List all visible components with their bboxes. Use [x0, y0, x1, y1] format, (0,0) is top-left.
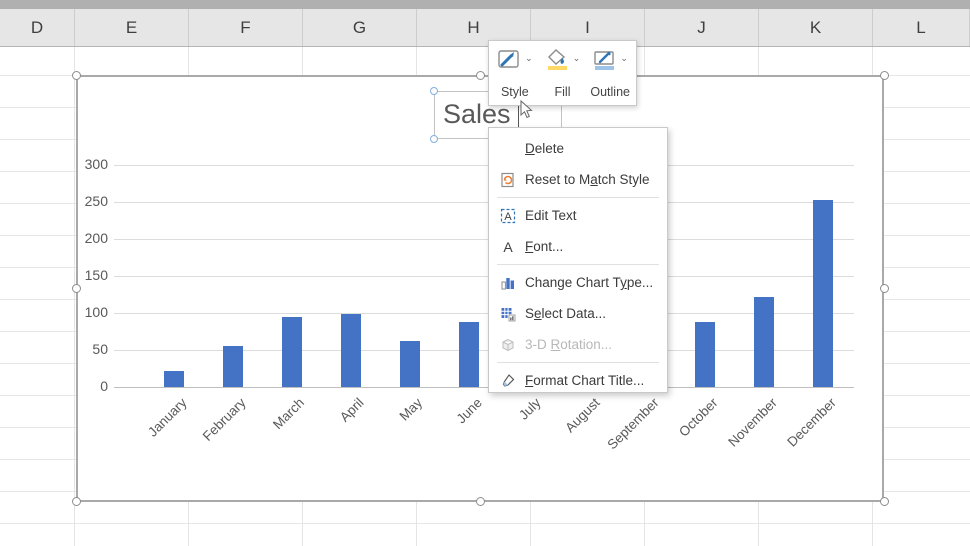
x-axis-label-march: March: [270, 395, 307, 432]
menu-item-select-data[interactable]: Select Data...: [489, 298, 667, 329]
gridline: [114, 239, 854, 240]
chart-handle-middle-left[interactable]: [72, 284, 81, 293]
bar-february[interactable]: [223, 346, 243, 387]
y-axis-tick-label: 50: [78, 341, 108, 357]
y-axis-tick-label: 100: [78, 304, 108, 320]
menu-item-edit-text[interactable]: A Edit Text: [489, 200, 667, 231]
reset-to-match-style-icon: [499, 172, 517, 188]
top-strip: [0, 0, 970, 9]
menu-item-3d-rotation: 3-D Rotation...: [489, 329, 667, 360]
title-handle-bottom-left[interactable]: [430, 135, 438, 143]
bar-may[interactable]: [400, 341, 420, 387]
format-chart-title-icon: [499, 373, 517, 389]
menu-item-format-chart-title[interactable]: Format Chart Title...: [489, 365, 667, 396]
change-chart-type-icon: [499, 275, 517, 291]
outline-button[interactable]: ⌄ Outline: [586, 45, 634, 101]
x-axis-label-december: December: [784, 395, 839, 450]
mouse-cursor-icon: [519, 100, 533, 125]
bar-april[interactable]: [341, 314, 361, 387]
chevron-down-icon: ⌄: [525, 54, 533, 63]
bar-december[interactable]: [813, 200, 833, 387]
menu-item-delete[interactable]: Delete: [489, 133, 667, 164]
column-header-J[interactable]: J: [645, 9, 759, 46]
gridline: [114, 313, 854, 314]
chart-handle-top-left[interactable]: [72, 71, 81, 80]
x-axis-label-june: June: [453, 395, 484, 426]
gridline: [114, 276, 854, 277]
edit-text-icon: A: [499, 208, 517, 224]
fill-label: Fill: [555, 85, 571, 99]
plot-area: 0 50 100 150 200 250 300 JanuaryFebruary March Ap…: [78, 77, 882, 500]
bar-june[interactable]: [459, 322, 479, 387]
title-handle-top-left[interactable]: [430, 87, 438, 95]
x-axis-label-november: November: [725, 395, 780, 450]
x-axis-label-may: May: [397, 395, 426, 424]
mini-toolbar: ⌄ Style ⌄ Fill: [488, 40, 637, 106]
fill-icon: [545, 48, 571, 77]
chevron-down-icon: ⌄: [573, 54, 581, 63]
style-label: Style: [501, 85, 529, 99]
outline-icon: [592, 48, 618, 77]
menu-separator: [497, 264, 659, 265]
x-axis-label-august: August: [562, 395, 602, 435]
menu-item-font[interactable]: A Font...: [489, 231, 667, 262]
chart-handle-top-middle[interactable]: [476, 71, 485, 80]
style-button[interactable]: ⌄ Style: [491, 45, 539, 101]
3d-rotation-icon: [499, 337, 517, 353]
column-header-D[interactable]: D: [0, 9, 75, 46]
chart-handle-top-right[interactable]: [880, 71, 889, 80]
column-headers: DEFGHIJKL: [0, 9, 970, 47]
outline-label: Outline: [590, 85, 630, 99]
y-axis-tick-label: 0: [78, 378, 108, 394]
y-axis-tick-label: 150: [78, 267, 108, 283]
chevron-down-icon: ⌄: [620, 54, 628, 63]
svg-text:A: A: [503, 239, 513, 255]
font-icon: A: [499, 239, 517, 255]
chart-handle-middle-right[interactable]: [880, 284, 889, 293]
gridline: [114, 165, 854, 166]
x-axis-label-april: April: [337, 395, 367, 425]
select-data-icon: [499, 306, 517, 322]
x-axis-label-september: September: [604, 395, 661, 452]
menu-item-change-chart-type[interactable]: Change Chart Type...: [489, 267, 667, 298]
column-header-F[interactable]: F: [189, 9, 303, 46]
x-axis-line: [114, 387, 854, 388]
y-axis-tick-label: 250: [78, 193, 108, 209]
context-menu: Delete Reset to Match Style A Edit Text …: [488, 127, 668, 393]
gridline: [114, 202, 854, 203]
bar-march[interactable]: [282, 317, 302, 387]
bar-october[interactable]: [695, 322, 715, 387]
chart-handle-bottom-left[interactable]: [72, 497, 81, 506]
x-axis-label-january: January: [145, 395, 190, 440]
sales-chart[interactable]: 0 50 100 150 200 250 300 JanuaryFebruary March Ap…: [76, 75, 884, 502]
chart-handle-bottom-right[interactable]: [880, 497, 889, 506]
column-header-G[interactable]: G: [303, 9, 417, 46]
column-header-L[interactable]: L: [873, 9, 970, 46]
fill-button[interactable]: ⌄ Fill: [539, 45, 587, 101]
no-icon: [499, 141, 517, 157]
menu-item-reset-to-match-style[interactable]: Reset to Match Style: [489, 164, 667, 195]
chart-handle-bottom-middle[interactable]: [476, 497, 485, 506]
x-axis-label-february: February: [200, 395, 249, 444]
style-icon: [497, 48, 523, 77]
y-axis-tick-label: 200: [78, 230, 108, 246]
column-header-K[interactable]: K: [759, 9, 873, 46]
menu-separator: [497, 197, 659, 198]
svg-text:A: A: [504, 211, 512, 223]
bar-november[interactable]: [754, 297, 774, 387]
menu-separator: [497, 362, 659, 363]
column-header-E[interactable]: E: [75, 9, 189, 46]
y-axis-tick-label: 300: [78, 156, 108, 172]
bar-january[interactable]: [164, 371, 184, 387]
x-axis-label-october: October: [676, 395, 721, 440]
x-axis-label-july: July: [516, 395, 544, 423]
